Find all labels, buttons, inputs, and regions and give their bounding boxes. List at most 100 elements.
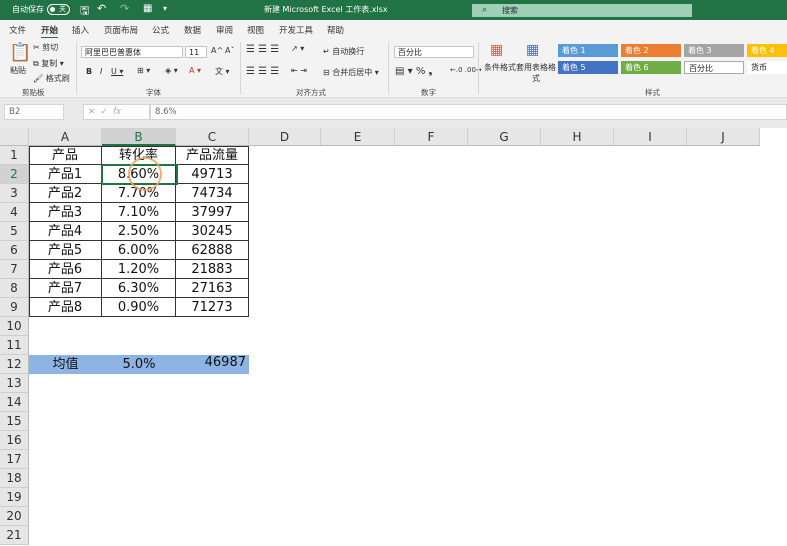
column-header-J[interactable]: J: [687, 128, 760, 146]
row-header-19[interactable]: 19: [0, 488, 29, 507]
align-center-icon[interactable]: ☰ ☰ ☰: [246, 66, 279, 77]
row-header-7[interactable]: 7: [0, 260, 29, 279]
table-cell[interactable]: 产品2: [29, 184, 102, 203]
column-header-D[interactable]: D: [249, 128, 321, 146]
table-cell[interactable]: 6.30%: [102, 279, 176, 298]
row-header-9[interactable]: 9: [0, 298, 29, 317]
tab-formulas[interactable]: 公式: [152, 24, 169, 36]
table-cell[interactable]: 0.90%: [102, 298, 176, 317]
table-cell[interactable]: 37997: [176, 203, 249, 222]
table-cell[interactable]: 产品3: [29, 203, 102, 222]
row-header-5[interactable]: 5: [0, 222, 29, 241]
row-header-21[interactable]: 21: [0, 526, 29, 545]
column-header-C[interactable]: C: [176, 128, 249, 146]
underline-button[interactable]: U ▾: [111, 67, 123, 76]
number-format-select[interactable]: 百分比: [394, 46, 474, 58]
name-box[interactable]: B2: [4, 104, 64, 120]
row-header-17[interactable]: 17: [0, 450, 29, 469]
column-header-G[interactable]: G: [468, 128, 541, 146]
row-header-20[interactable]: 20: [0, 507, 29, 526]
table-cell[interactable]: 27163: [176, 279, 249, 298]
undo-icon[interactable]: ↶: [97, 2, 106, 15]
save-icon[interactable]: 🖫: [80, 2, 89, 21]
italic-button[interactable]: I: [100, 67, 102, 76]
decimal-icons[interactable]: ←.0 .00→: [450, 66, 482, 74]
merge-center-button[interactable]: ⊟ 合并后居中 ▾: [323, 67, 379, 78]
tab-file[interactable]: 文件: [9, 24, 26, 36]
indent-icon[interactable]: ⇤ ⇥: [291, 66, 307, 75]
copy-button[interactable]: ⧉ 复制 ▾: [33, 58, 64, 69]
table-cell[interactable]: 30245: [176, 222, 249, 241]
font-shrink-icon[interactable]: Aˇ: [225, 46, 234, 55]
insert-function-icon[interactable]: fx: [113, 107, 121, 117]
table-cell[interactable]: 7.10%: [102, 203, 176, 222]
average-label[interactable]: 均值: [29, 355, 102, 374]
row-header-10[interactable]: 10: [0, 317, 29, 336]
cancel-icon[interactable]: ✕: [88, 107, 95, 117]
row-header-16[interactable]: 16: [0, 431, 29, 450]
enter-icon[interactable]: ✓: [101, 107, 108, 117]
table-cell[interactable]: 74734: [176, 184, 249, 203]
tab-review[interactable]: 审阅: [216, 24, 233, 36]
redo-icon[interactable]: ↷: [120, 2, 129, 15]
align-top-icon[interactable]: ☰ ☰ ☰: [246, 44, 279, 55]
fill-color-icon[interactable]: ◈ ▾: [165, 66, 178, 75]
row-header-13[interactable]: 13: [0, 374, 29, 393]
table-cell[interactable]: 2.50%: [102, 222, 176, 241]
paste-icon[interactable]: 📋: [9, 42, 31, 63]
row-header-15[interactable]: 15: [0, 412, 29, 431]
wrap-text-button[interactable]: ↵ 自动换行: [323, 46, 364, 57]
row-header-4[interactable]: 4: [0, 203, 29, 222]
row-header-3[interactable]: 3: [0, 184, 29, 203]
table-cell[interactable]: 产品4: [29, 222, 102, 241]
table-cell[interactable]: 21883: [176, 260, 249, 279]
row-header-12[interactable]: 12: [0, 355, 29, 374]
header-cell[interactable]: 产品: [29, 146, 102, 165]
format-table-button[interactable]: 套用表格格式: [516, 62, 556, 84]
table-cell[interactable]: 产品7: [29, 279, 102, 298]
conditional-format-icon[interactable]: ▦: [490, 42, 503, 58]
row-header-18[interactable]: 18: [0, 469, 29, 488]
column-header-A[interactable]: A: [29, 128, 102, 146]
customize-qat-icon[interactable]: ▾: [163, 4, 167, 13]
column-header-B[interactable]: B: [102, 128, 176, 146]
table-cell[interactable]: 产品5: [29, 241, 102, 260]
column-header-F[interactable]: F: [395, 128, 468, 146]
cell-style-7[interactable]: 百分比: [684, 61, 744, 74]
tab-data[interactable]: 数据: [184, 24, 201, 36]
cell-style-4[interactable]: 着色 4: [747, 44, 787, 57]
row-header-8[interactable]: 8: [0, 279, 29, 298]
table-cell[interactable]: 产品6: [29, 260, 102, 279]
formula-input[interactable]: 8.6%: [150, 104, 787, 120]
tab-insert[interactable]: 插入: [72, 24, 89, 36]
table-cell[interactable]: 71273: [176, 298, 249, 317]
tab-developer[interactable]: 开发工具: [279, 24, 313, 36]
cell-style-5[interactable]: 着色 5: [558, 61, 618, 74]
average-rate[interactable]: 5.0%: [102, 355, 176, 374]
tab-home[interactable]: 开始: [41, 24, 59, 39]
tab-page-layout[interactable]: 页面布局: [104, 24, 138, 36]
phonetic-icon[interactable]: 文 ▾: [215, 66, 230, 77]
conditional-format-button[interactable]: 条件格式: [484, 62, 516, 73]
row-header-6[interactable]: 6: [0, 241, 29, 260]
font-grow-icon[interactable]: A^: [211, 46, 223, 55]
tab-view[interactable]: 视图: [247, 24, 264, 36]
cut-button[interactable]: ✂ 剪切: [33, 42, 58, 53]
row-header-1[interactable]: 1: [0, 146, 29, 165]
row-header-11[interactable]: 11: [0, 336, 29, 355]
orientation-icon[interactable]: ↗ ▾: [291, 44, 304, 53]
cell-style-6[interactable]: 着色 6: [621, 61, 681, 74]
font-color-icon[interactable]: A ▾: [189, 66, 201, 75]
form-icon[interactable]: ▦: [143, 3, 152, 14]
cell-style-2[interactable]: 着色 2: [621, 44, 681, 57]
table-cell[interactable]: 产品8: [29, 298, 102, 317]
format-table-icon[interactable]: ▦: [526, 42, 539, 58]
font-size-select[interactable]: 11: [185, 46, 207, 58]
column-header-H[interactable]: H: [541, 128, 614, 146]
tab-help[interactable]: 帮助: [327, 24, 344, 36]
borders-icon[interactable]: ⊞ ▾: [137, 66, 150, 75]
table-cell[interactable]: 6.00%: [102, 241, 176, 260]
column-header-I[interactable]: I: [614, 128, 687, 146]
currency-icon[interactable]: ▤ ▾ % ❟: [395, 66, 432, 77]
average-traffic[interactable]: 46987: [176, 355, 249, 374]
